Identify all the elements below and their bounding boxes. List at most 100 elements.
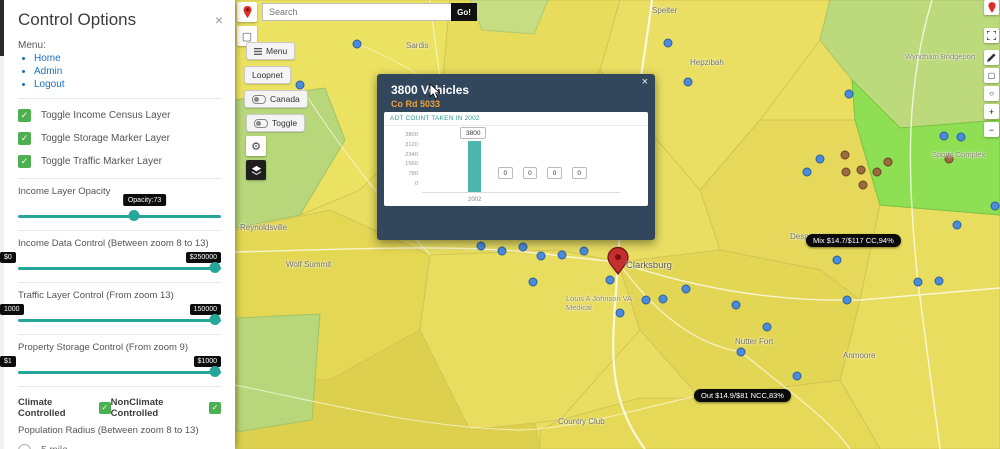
map-marker-blue[interactable] [518,242,528,252]
marker-tool-button[interactable] [984,0,999,15]
map-marker-blue[interactable] [295,80,305,90]
draw-pencil-button[interactable] [984,50,999,65]
climate-label: Climate Controlled [18,397,66,419]
map-marker-blue[interactable] [913,277,923,287]
toggle-button-label: Toggle [272,118,298,128]
climate-checkbox[interactable]: ✓ [98,402,111,414]
loopnet-button[interactable]: Loopnet [244,66,291,84]
radio-icon[interactable] [18,444,31,449]
checkbox-checked-icon[interactable]: ✓ [18,132,31,145]
divider [18,230,221,231]
map-marker-brown[interactable] [840,150,850,160]
map-marker-blue[interactable] [528,277,538,287]
map-marker-blue[interactable] [579,246,589,256]
slider-thumb[interactable] [128,210,140,221]
map-marker-blue[interactable] [663,38,673,48]
link-logout[interactable]: Logout [34,79,221,90]
radius-option-5-mile[interactable]: 5 mile [18,444,221,449]
map-marker-blue[interactable] [990,201,1000,211]
zoom-out-button[interactable]: − [984,122,999,137]
chart-y-axis: 3800 3120 2340 1560 780 0 [405,132,418,187]
draw-rectangle-button[interactable]: ▢ [984,68,999,83]
map-marker-blue[interactable] [842,295,852,305]
map-marker-blue[interactable] [557,250,567,260]
map-marker-blue[interactable] [815,154,825,164]
checkbox-label: Toggle Income Census Layer [41,110,171,121]
bar-value-label: 3800 [460,127,487,139]
map-marker-blue[interactable] [762,322,772,332]
property-storage-slider[interactable]: $1 $1000 [0,355,221,379]
toggle-traffic-marker-layer[interactable]: ✓ Toggle Traffic Marker Layer [18,155,221,168]
chart-x-tick: 2002 [468,197,482,203]
map-marker-blue[interactable] [736,347,746,357]
map-marker-blue[interactable] [802,167,812,177]
traffic-layer-slider[interactable]: 1000 150000 [0,303,221,327]
map-marker-blue[interactable] [641,295,651,305]
search-go-button[interactable]: Go! [451,3,477,21]
map-marker-blue[interactable] [832,255,842,265]
map-marker-blue[interactable] [658,294,668,304]
map-marker-brown[interactable] [858,180,868,190]
slider-track[interactable] [18,215,221,218]
slider-max-tag: $1000 [193,356,221,367]
draw-circle-button[interactable]: ○ [984,86,999,101]
toggle-storage-marker-layer[interactable]: ✓ Toggle Storage Marker Layer [18,132,221,145]
slider-track[interactable] [18,267,221,270]
map-marker-blue[interactable] [952,220,962,230]
map-marker-blue[interactable] [844,89,854,99]
chart-bar-2002[interactable] [468,141,481,192]
sidebar-scrollbar[interactable] [0,0,4,449]
map-marker-brown[interactable] [856,165,866,175]
popup-title: 3800 Vehicles [391,83,470,97]
map-marker-brown[interactable] [883,157,893,167]
traffic-slider-label: Traffic Layer Control (From zoom 13) [18,290,174,301]
map-marker-blue[interactable] [939,131,949,141]
slider-thumb[interactable] [209,262,221,273]
income-opacity-slider[interactable]: Opacity:73 [18,194,221,223]
map-marker-blue[interactable] [731,300,741,310]
rectangle-icon: ▢ [987,71,996,80]
slider-track[interactable] [18,319,221,322]
map-marker-blue[interactable] [792,371,802,381]
slider-thumb[interactable] [209,314,221,325]
map-marker-blue[interactable] [681,284,691,294]
map-marker-blue[interactable] [476,241,486,251]
toggle-income-census-layer[interactable]: ✓ Toggle Income Census Layer [18,109,221,122]
close-icon[interactable]: × [642,76,648,88]
map-marker-brown[interactable] [872,167,882,177]
search-input[interactable] [262,3,451,21]
toggle-button[interactable]: Toggle [246,114,306,132]
map-marker-blue[interactable] [605,275,615,285]
menu-button[interactable]: Menu [246,42,296,60]
link-admin[interactable]: Admin [34,66,221,77]
checkbox-checked-icon[interactable]: ✓ [18,155,31,168]
place-label: Hepzibah [690,58,724,67]
divider [18,386,221,387]
map-marker-blue[interactable] [497,246,507,256]
menu-links: Home Admin Logout [34,53,221,90]
place-label-city: Clarksburg [626,260,672,271]
link-home[interactable]: Home [34,53,221,64]
income-data-slider[interactable]: $0 $250000 [0,251,221,275]
map-marker-blue[interactable] [536,251,546,261]
layers-button[interactable] [246,160,266,180]
map-marker-blue[interactable] [956,132,966,142]
slider-tooltip: Opacity:73 [122,194,167,206]
settings-button[interactable]: ⚙ [246,136,266,156]
checkbox-checked-icon[interactable]: ✓ [18,109,31,122]
close-icon[interactable]: × [215,12,223,28]
slider-thumb[interactable] [209,366,221,377]
map-marker-brown[interactable] [841,167,851,177]
map-marker-blue[interactable] [683,77,693,87]
price-tag[interactable]: Mix $14.7/$117 CC,94% [806,234,901,247]
slider-track[interactable] [18,371,221,374]
divider [18,282,221,283]
map-marker-blue[interactable] [352,39,362,49]
locate-pin-button[interactable] [237,2,257,22]
zoom-in-button[interactable]: + [984,104,999,119]
canada-toggle-button[interactable]: Canada [244,90,308,108]
fullscreen-button[interactable] [984,28,999,43]
map-marker-blue[interactable] [934,276,944,286]
price-tag[interactable]: Out $14.9/$81 NCC,83% [694,389,791,402]
nonclimate-checkbox[interactable]: ✓ [209,402,221,414]
